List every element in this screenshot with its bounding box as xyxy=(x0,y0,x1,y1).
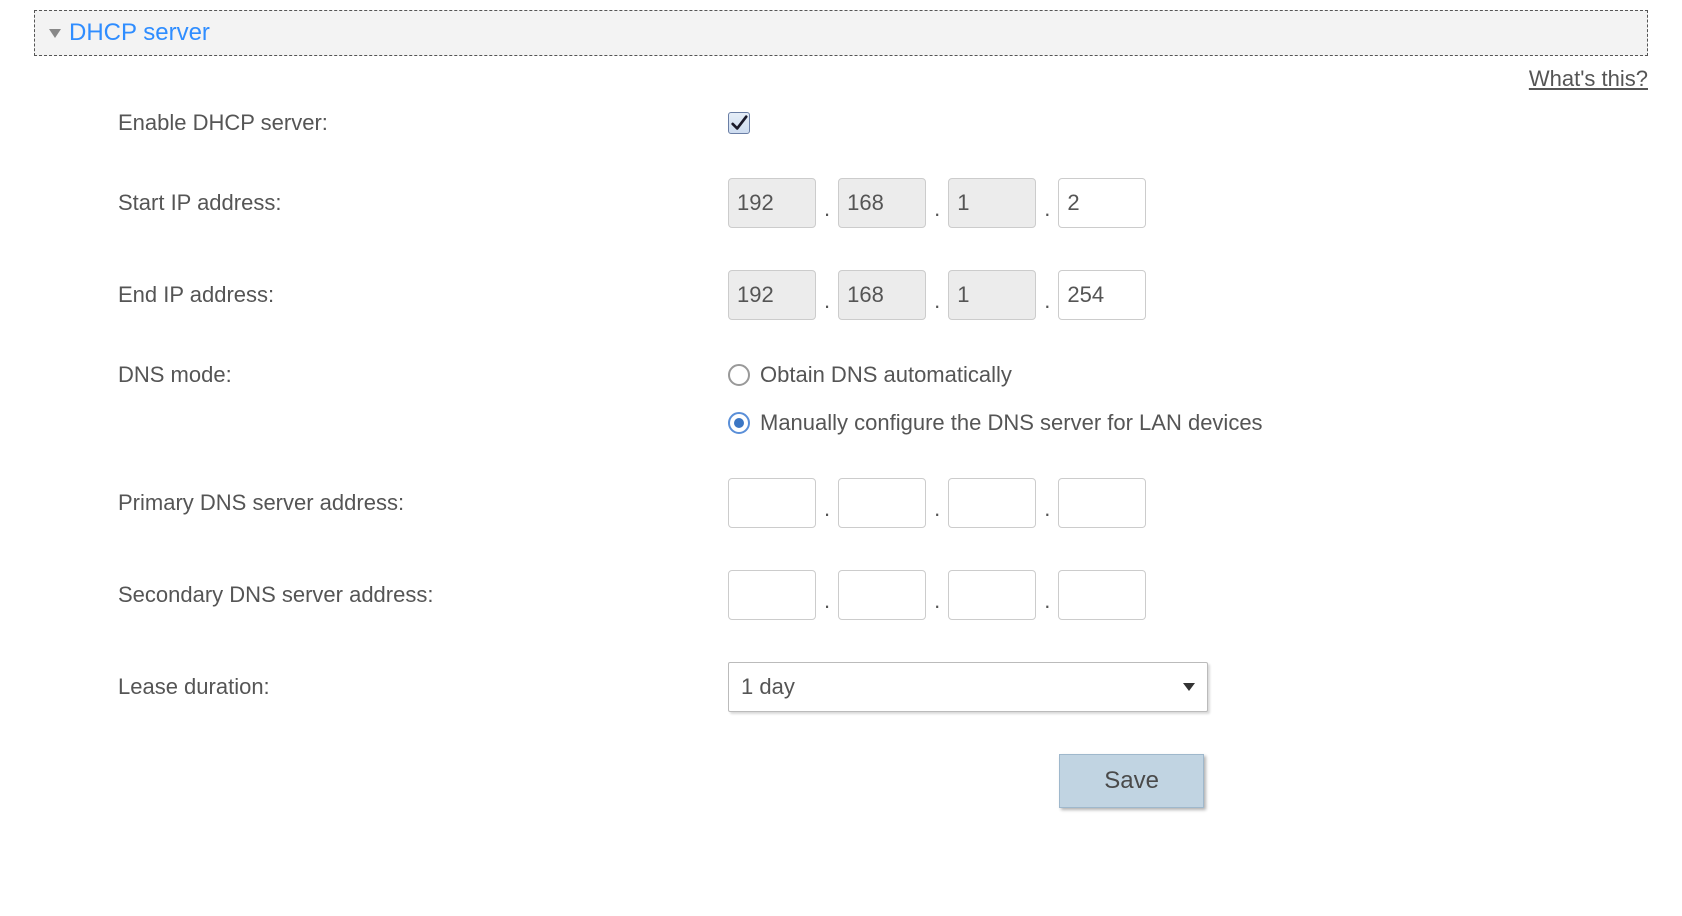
label-secondary-dns: Secondary DNS server address: xyxy=(118,582,728,608)
ip-dot: . xyxy=(1042,196,1052,228)
secondary-dns-octet-2[interactable] xyxy=(838,570,926,620)
label-end-ip: End IP address: xyxy=(118,282,728,308)
row-secondary-dns: Secondary DNS server address: . . . xyxy=(118,570,1464,620)
ip-dot: . xyxy=(932,496,942,528)
chevron-down-icon xyxy=(49,29,61,38)
ip-dot: . xyxy=(822,496,832,528)
secondary-dns-octet-3[interactable] xyxy=(948,570,1036,620)
ip-dot: . xyxy=(1042,588,1052,620)
ip-dot: . xyxy=(1042,496,1052,528)
ip-dot: . xyxy=(932,288,942,320)
dns-mode-manual-label: Manually configure the DNS server for LA… xyxy=(760,410,1263,436)
ip-dot: . xyxy=(822,588,832,620)
ip-dot: . xyxy=(1042,288,1052,320)
section-title: DHCP server xyxy=(69,19,210,47)
chevron-down-icon xyxy=(1183,683,1195,691)
dns-mode-auto-label: Obtain DNS automatically xyxy=(760,362,1012,388)
primary-dns-octet-2[interactable] xyxy=(838,478,926,528)
row-lease: Lease duration: 1 day xyxy=(118,662,1464,712)
help-link[interactable]: What's this? xyxy=(1529,66,1648,91)
secondary-dns-octet-1[interactable] xyxy=(728,570,816,620)
primary-dns-octet-3[interactable] xyxy=(948,478,1036,528)
radio-icon xyxy=(728,412,750,434)
save-row: Save xyxy=(118,754,1464,808)
primary-dns-octet-1[interactable] xyxy=(728,478,816,528)
dns-mode-radio-group: Obtain DNS automatically Manually config… xyxy=(728,362,1263,436)
row-primary-dns: Primary DNS server address: . . . xyxy=(118,478,1464,528)
row-dns-mode: DNS mode: Obtain DNS automatically Manua… xyxy=(118,362,1464,436)
start-ip-octet-3 xyxy=(948,178,1036,228)
help-row: What's this? xyxy=(34,56,1648,110)
secondary-dns-octet-4[interactable] xyxy=(1058,570,1146,620)
row-enable: Enable DHCP server: xyxy=(118,110,1464,136)
row-end-ip: End IP address: . . . xyxy=(118,270,1464,320)
start-ip-octet-2 xyxy=(838,178,926,228)
save-button[interactable]: Save xyxy=(1059,754,1204,808)
lease-selected-value: 1 day xyxy=(741,674,795,700)
end-ip-octet-2 xyxy=(838,270,926,320)
end-ip-octet-1 xyxy=(728,270,816,320)
ip-dot: . xyxy=(822,196,832,228)
ip-dot: . xyxy=(822,288,832,320)
dns-mode-manual-option[interactable]: Manually configure the DNS server for LA… xyxy=(728,410,1263,436)
ip-dot: . xyxy=(932,588,942,620)
label-primary-dns: Primary DNS server address: xyxy=(118,490,728,516)
label-enable: Enable DHCP server: xyxy=(118,110,728,136)
lease-duration-select[interactable]: 1 day xyxy=(728,662,1208,712)
enable-dhcp-checkbox[interactable] xyxy=(728,112,750,134)
section-header[interactable]: DHCP server xyxy=(34,10,1648,56)
label-start-ip: Start IP address: xyxy=(118,190,728,216)
label-dns-mode: DNS mode: xyxy=(118,362,728,388)
start-ip-octet-4[interactable] xyxy=(1058,178,1146,228)
end-ip-octet-3 xyxy=(948,270,1036,320)
dhcp-form: Enable DHCP server: Start IP address: . … xyxy=(34,110,1464,808)
dns-mode-auto-option[interactable]: Obtain DNS automatically xyxy=(728,362,1263,388)
row-start-ip: Start IP address: . . . xyxy=(118,178,1464,228)
end-ip-octet-4[interactable] xyxy=(1058,270,1146,320)
radio-icon xyxy=(728,364,750,386)
ip-dot: . xyxy=(932,196,942,228)
primary-dns-octet-4[interactable] xyxy=(1058,478,1146,528)
start-ip-octet-1 xyxy=(728,178,816,228)
check-icon xyxy=(730,114,748,132)
label-lease: Lease duration: xyxy=(118,674,728,700)
